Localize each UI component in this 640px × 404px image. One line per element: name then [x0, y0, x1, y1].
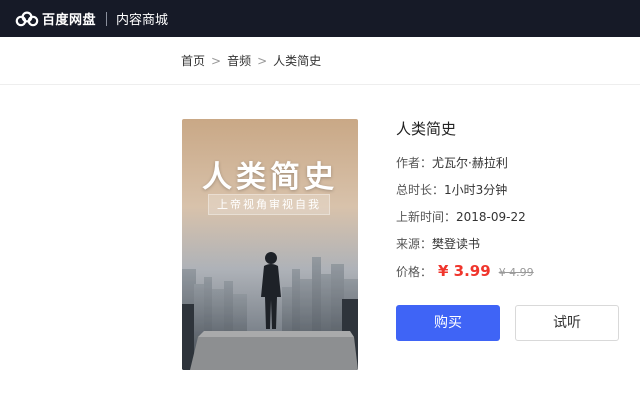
breadcrumb-audio[interactable]: 音频: [227, 52, 251, 69]
price-row: 价格： ¥ 3.99 ¥ 4.99: [396, 262, 534, 280]
author-value: 尤瓦尔·赫拉利: [432, 156, 508, 170]
cover-title: 人类简史: [202, 160, 338, 195]
trial-listen-button[interactable]: 试听: [515, 305, 619, 341]
original-price: ¥ 4.99: [498, 266, 534, 279]
breadcrumb-separator: >: [211, 53, 222, 68]
logo-text: 百度网盘: [42, 13, 97, 28]
cloud-logo-icon: [15, 10, 39, 26]
product-info: 人类简史 作者：尤瓦尔·赫拉利 总时长：1小时3分钟 上新时间：2018-09-…: [396, 118, 534, 280]
current-price: ¥ 3.99: [438, 262, 491, 280]
source-label: 来源：: [396, 237, 433, 251]
header-divider: [106, 11, 108, 26]
duration-value: 1小时3分钟: [444, 183, 508, 197]
breadcrumb: 首页 > 音频 > 人类简史: [181, 52, 321, 69]
breadcrumb-current: 人类简史: [273, 54, 322, 68]
release-value: 2018-09-22: [456, 210, 526, 224]
source-row: 来源：樊登读书: [396, 235, 480, 252]
breadcrumb-home[interactable]: 首页: [181, 52, 205, 69]
price-label: 价格：: [396, 265, 433, 279]
buy-button[interactable]: 购买: [396, 305, 500, 341]
book-cover[interactable]: 人类简史 上帝视角审视自我: [182, 119, 358, 370]
baidu-netdisk-logo[interactable]: 百度网盘: [15, 9, 96, 28]
source-value: 樊登读书: [432, 237, 481, 251]
release-row: 上新时间：2018-09-22: [396, 208, 526, 225]
duration-label: 总时长：: [396, 183, 445, 197]
header-rule: [0, 84, 640, 85]
author-label: 作者：: [396, 156, 433, 170]
release-label: 上新时间：: [396, 210, 457, 224]
top-bar: 百度网盘 内容商城: [0, 0, 640, 37]
author-row: 作者：尤瓦尔·赫拉利: [396, 154, 508, 171]
section-title[interactable]: 内容商城: [116, 9, 168, 28]
cover-subtitle: 上帝视角审视自我: [208, 194, 330, 215]
duration-row: 总时长：1小时3分钟: [396, 181, 507, 198]
product-title: 人类简史: [396, 120, 457, 138]
breadcrumb-separator: >: [257, 53, 268, 68]
